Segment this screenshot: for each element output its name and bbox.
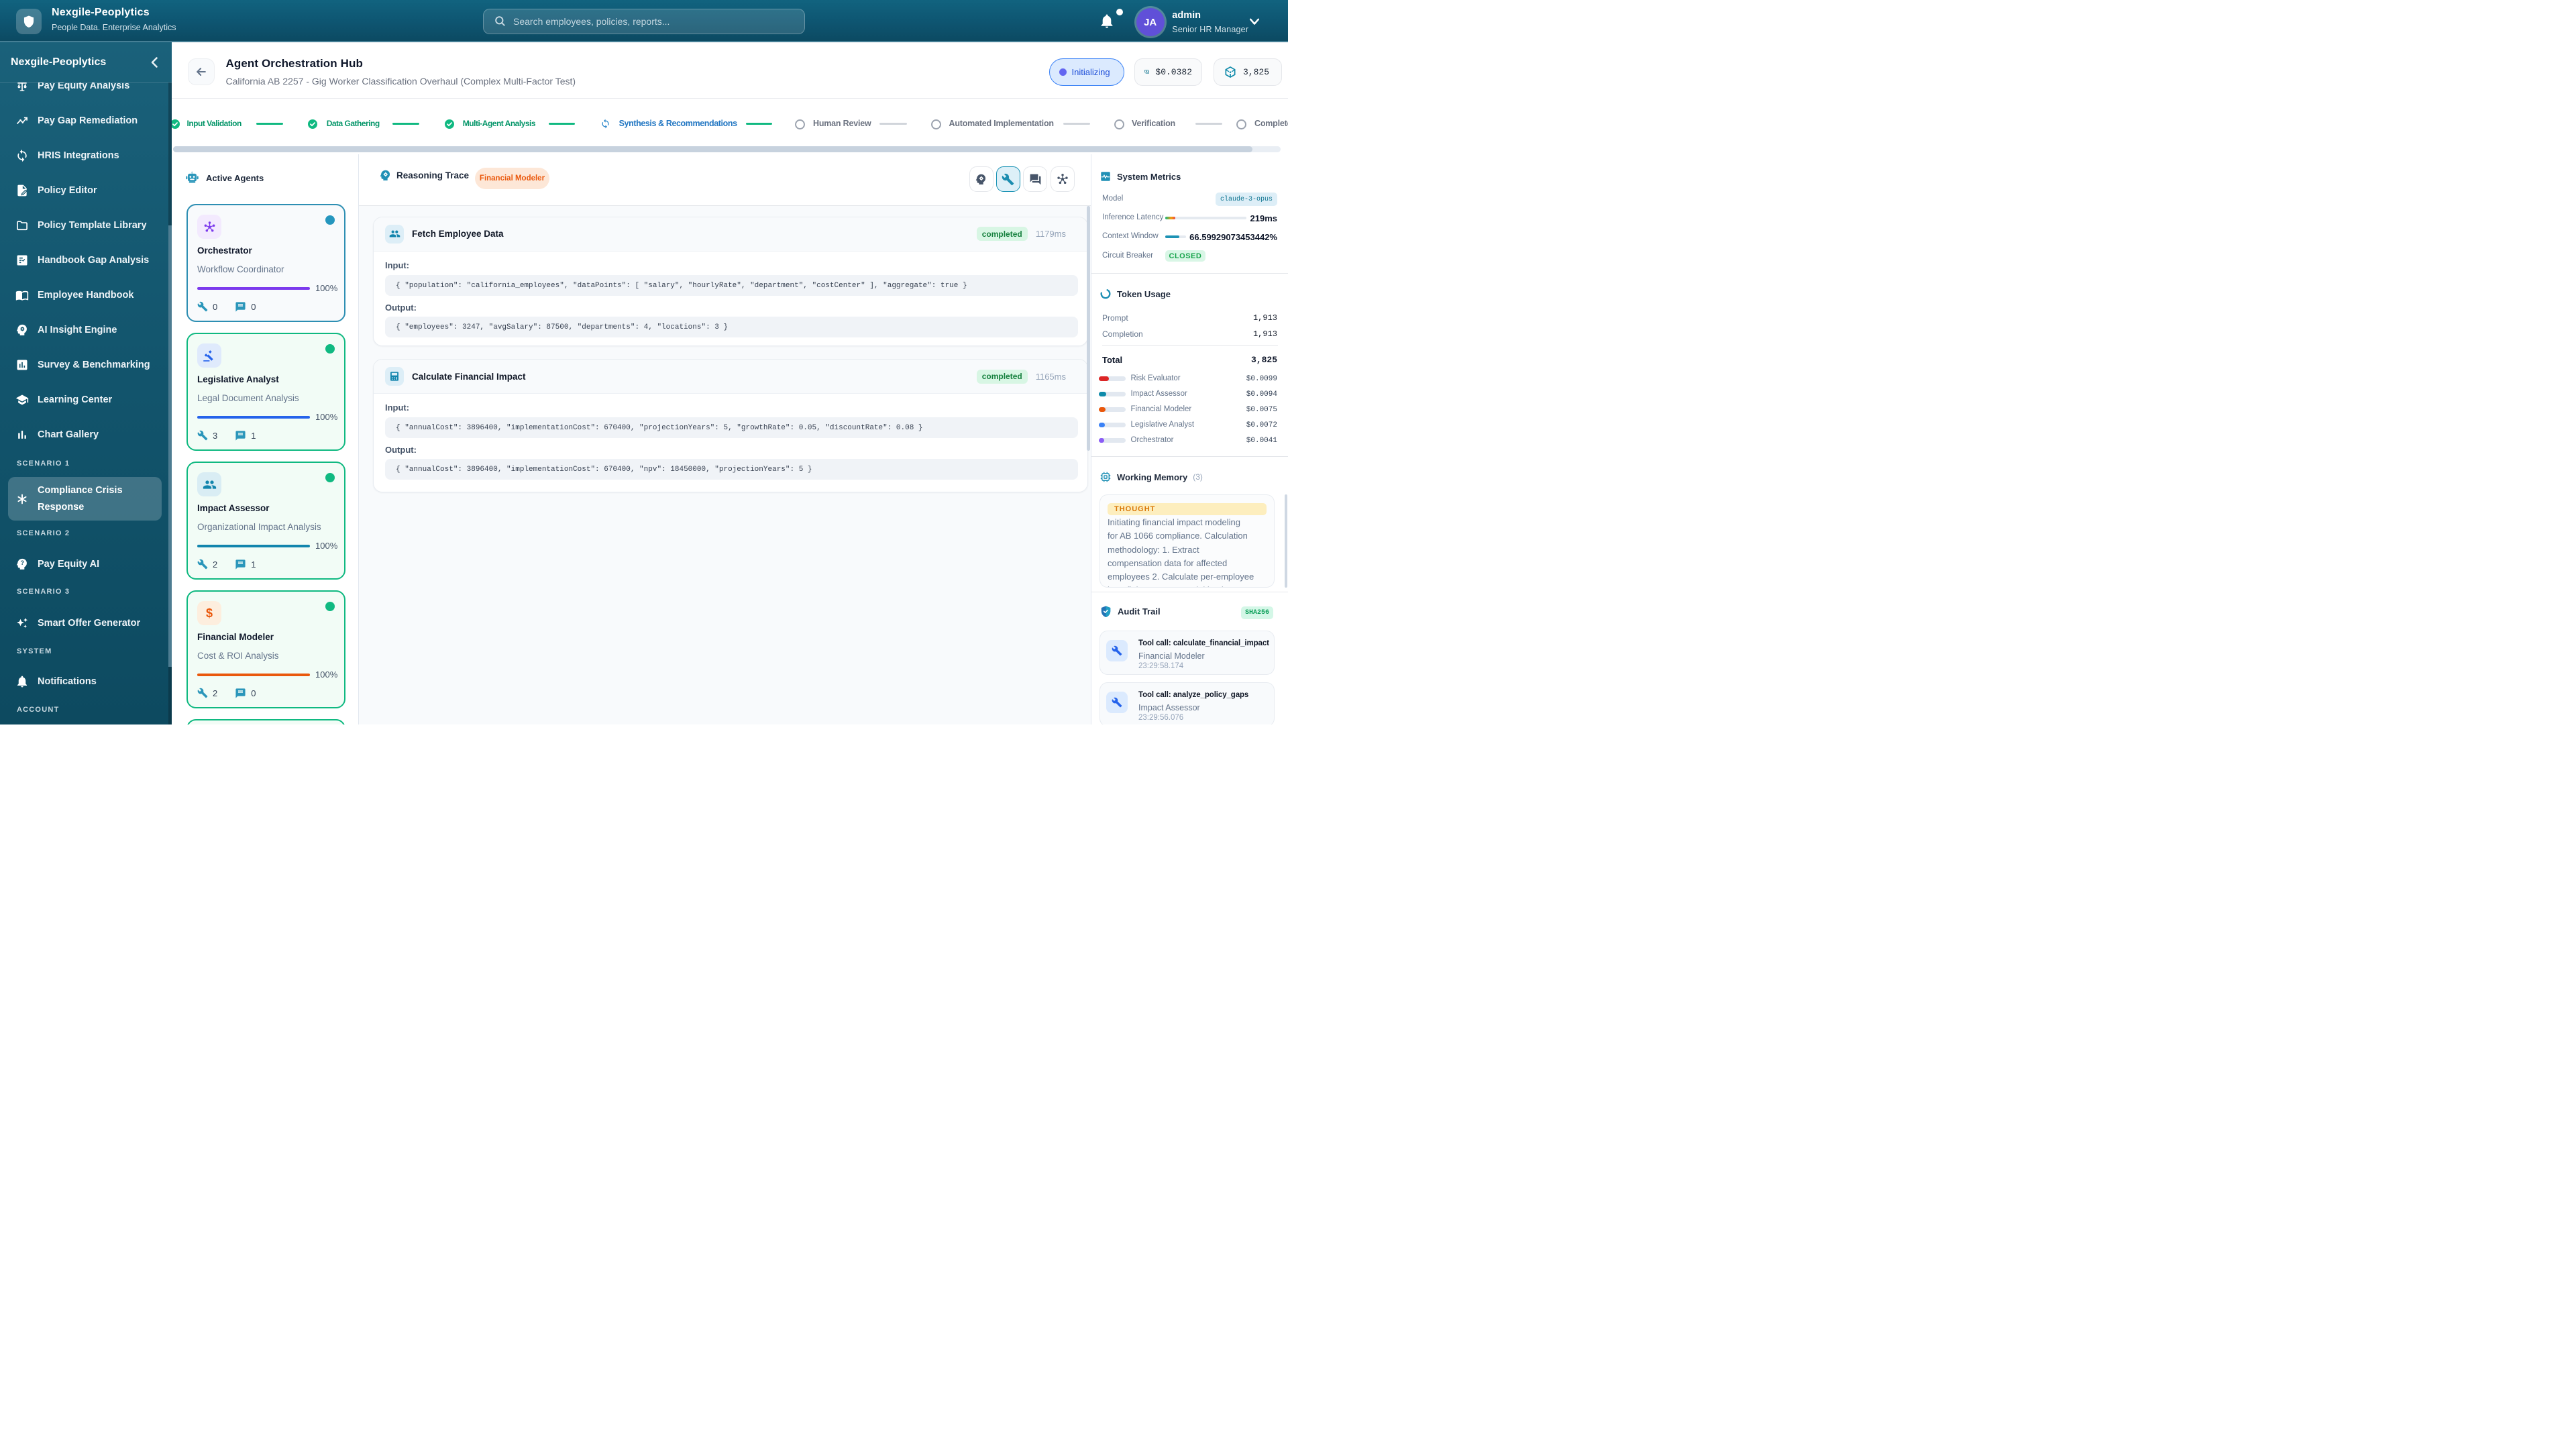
svg-text:?: ? bbox=[21, 559, 24, 566]
